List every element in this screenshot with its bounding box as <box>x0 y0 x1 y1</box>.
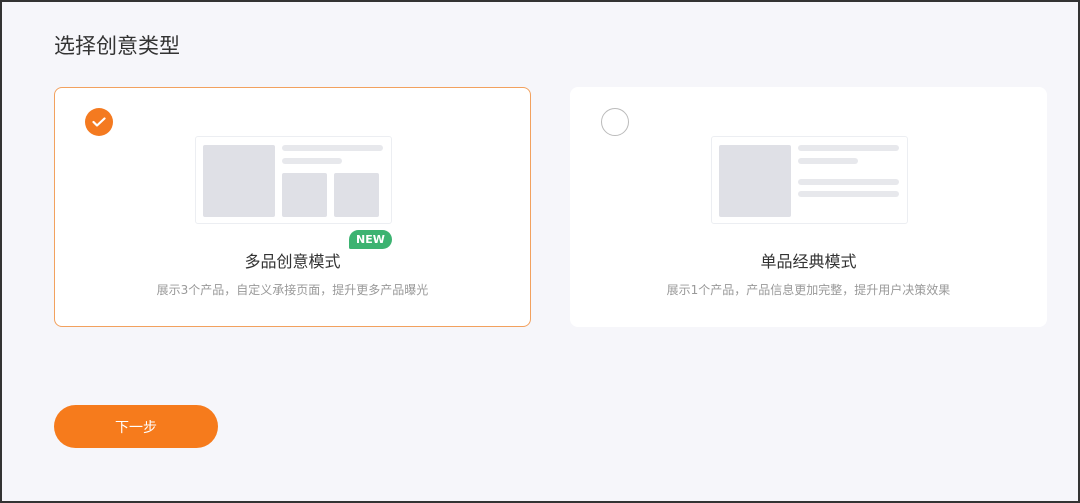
option-name: 单品经典模式 <box>760 252 857 271</box>
next-step-button[interactable]: 下一步 <box>54 405 218 448</box>
checked-radio-icon[interactable] <box>85 108 113 136</box>
option-card-multi-product[interactable]: 多品创意模式 NEW 展示3个产品，自定义承接页面，提升更多产品曝光 <box>54 87 531 327</box>
new-badge: NEW <box>349 230 392 249</box>
option-name: 多品创意模式 <box>244 252 341 271</box>
page: 选择创意类型 多品创意模式 NEW 展示3个产品，自定义承接页面，提升更多产品曝… <box>0 0 1080 503</box>
option-card-single-product[interactable]: 单品经典模式 展示1个产品，产品信息更加完整，提升用户决策效果 <box>570 87 1047 327</box>
multi-product-layout-preview <box>195 136 392 224</box>
option-description: 展示3个产品，自定义承接页面，提升更多产品曝光 <box>156 283 429 297</box>
page-title: 选择创意类型 <box>54 34 180 58</box>
unchecked-radio-icon[interactable] <box>601 108 629 136</box>
option-description: 展示1个产品，产品信息更加完整，提升用户决策效果 <box>666 283 951 297</box>
single-product-layout-preview <box>711 136 908 224</box>
